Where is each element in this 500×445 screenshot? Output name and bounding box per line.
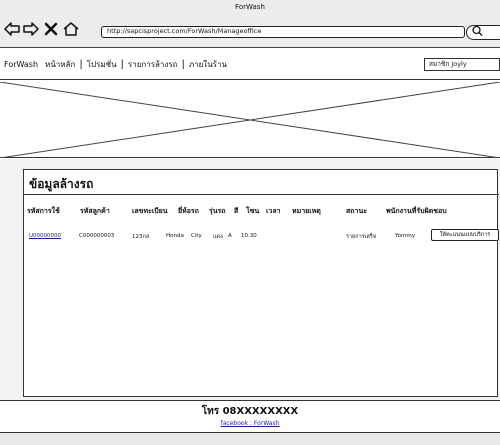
rate-service-button[interactable]: ให้คะแนนแบบบริการ (431, 229, 499, 241)
url-bar[interactable]: http://sapcisproject.com/ForWash/Manageo… (101, 26, 465, 38)
user-member-box[interactable]: สมาชิก Joyly (424, 58, 500, 71)
customer-id-cell: C000000003 (79, 233, 115, 239)
title-divider (24, 194, 499, 195)
plate-cell: 123กล (132, 234, 150, 240)
order-id-link[interactable]: U00000000 (29, 233, 61, 239)
col-header-customer-id: รหัสลูกค้า (80, 207, 110, 215)
close-icon[interactable] (44, 22, 58, 40)
brand-link[interactable]: ForWash (4, 60, 38, 69)
site-nav: ForWash หน้าหลัก | โปรมชั่น | รายการล้าง… (0, 48, 500, 80)
nav-divider: | (120, 59, 124, 70)
facebook-link[interactable]: facebook : ForWash (0, 420, 500, 427)
back-icon[interactable] (4, 22, 20, 40)
col-header-brand: ยี่ห้อรถ (178, 207, 199, 215)
col-header-zone: โซน (246, 207, 260, 215)
browser-search-field[interactable] (466, 25, 500, 40)
col-header-status: สถานะ (346, 207, 367, 215)
col-header-staff: พนักงานที่รับผิดชอบ (386, 207, 447, 215)
nav-item-promotion[interactable]: โปรมชั่น (87, 58, 117, 71)
section-title: ข้อมูลล้างรถ (29, 177, 94, 191)
model-cell: City (191, 233, 202, 239)
col-header-plate: เลขทะเบียน (132, 207, 168, 215)
nav-divider: | (181, 59, 185, 70)
banner-image-placeholder (0, 82, 500, 158)
color-cell: แดง (213, 234, 223, 240)
zone-cell: A (228, 233, 232, 239)
col-header-time: เวลา (266, 207, 281, 215)
home-icon[interactable] (63, 22, 79, 40)
contact-phone: โทร 08XXXXXXXX (201, 406, 299, 417)
window-title: ForWash (235, 3, 265, 11)
forward-icon[interactable] (23, 22, 39, 40)
wash-data-panel: ข้อมูลล้างรถ รหัสการใช้ รหัสลูกค้า เลขทะ… (23, 169, 499, 397)
search-icon[interactable] (472, 25, 483, 39)
col-header-model: รุ่นรถ (209, 207, 226, 215)
col-header-note: หมายเหตุ (292, 207, 321, 215)
time-cell: 10.30 (241, 233, 257, 239)
col-header-color: สี (234, 207, 239, 215)
nav-item-in-store[interactable]: ภายในร้าน (189, 58, 227, 71)
nav-item-home[interactable]: หน้าหลัก (45, 58, 75, 71)
col-header-order-id: รหัสการใช้ (27, 207, 60, 215)
staff-cell: Yommy (395, 233, 415, 239)
brand-cell: Honda (166, 233, 184, 239)
page-footer: โทร 08XXXXXXXX facebook : ForWash (0, 400, 500, 433)
status-cell: รายการเสร็จ (346, 234, 377, 240)
bottom-strip (0, 433, 500, 445)
nav-divider: | (79, 59, 83, 70)
main-content: ข้อมูลล้างรถ รหัสการใช้ รหัสลูกค้า เลขทะ… (0, 159, 500, 400)
nav-menu: ForWash หน้าหลัก | โปรมชั่น | รายการล้าง… (4, 58, 227, 71)
browser-chrome: ForWash http://sapcisproject.com/ForWash… (0, 0, 500, 48)
nav-item-wash-list[interactable]: รายการล้างรถ (128, 58, 178, 71)
